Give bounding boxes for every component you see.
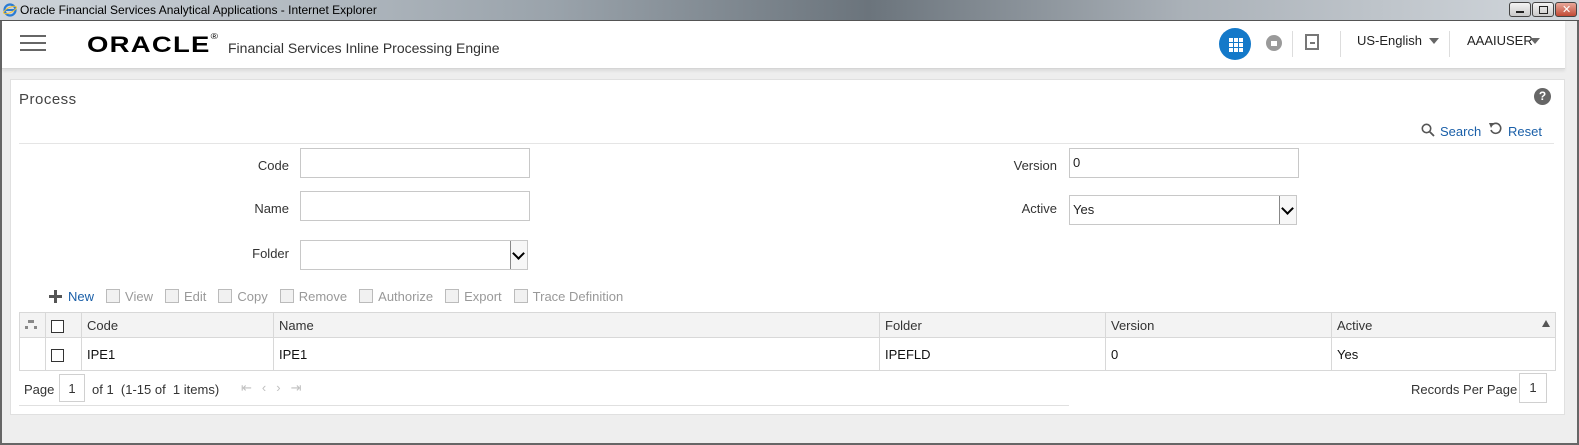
last-page-icon[interactable]: ⇥ bbox=[291, 380, 312, 395]
records-per-page-label: Records Per Page bbox=[1411, 382, 1518, 397]
copy-button[interactable]: Copy bbox=[218, 289, 268, 304]
cell-version: 0 bbox=[1105, 337, 1332, 371]
first-page-icon[interactable]: ⇤ bbox=[241, 380, 262, 395]
edit-button[interactable]: Edit bbox=[164, 289, 206, 304]
code-label: Code bbox=[257, 158, 289, 173]
book-icon[interactable] bbox=[1305, 34, 1319, 50]
version-label: Version bbox=[1013, 158, 1057, 173]
folder-label: Folder bbox=[252, 246, 289, 261]
export-button[interactable]: Export bbox=[445, 289, 502, 304]
page-title: Process bbox=[19, 91, 77, 108]
reset-link[interactable]: Reset bbox=[1508, 124, 1542, 139]
help-icon[interactable]: ? bbox=[1534, 88, 1551, 105]
remove-button[interactable]: Remove bbox=[279, 289, 347, 304]
folder-select[interactable] bbox=[300, 240, 528, 270]
reset-icon[interactable] bbox=[1489, 122, 1503, 136]
internet-explorer-icon bbox=[3, 3, 17, 17]
sort-ascending-icon[interactable] bbox=[1542, 319, 1550, 327]
user-chevron-down-icon[interactable] bbox=[1530, 38, 1540, 44]
close-button[interactable]: ✕ bbox=[1555, 2, 1577, 17]
hierarchy-column[interactable] bbox=[19, 312, 46, 338]
active-chevron-down-icon[interactable] bbox=[1279, 196, 1296, 224]
edit-pencil-icon bbox=[164, 289, 179, 303]
records-per-page-input[interactable]: 1 bbox=[1519, 373, 1547, 403]
page-summary: of 1 (1-15 of 1 items) bbox=[92, 382, 220, 397]
page-label: Page bbox=[24, 382, 55, 397]
cell-name: IPE1 bbox=[273, 337, 880, 371]
minimize-icon bbox=[1516, 11, 1524, 13]
language-selector[interactable]: US-English bbox=[1357, 33, 1422, 48]
cell-folder: IPEFLD bbox=[879, 337, 1106, 371]
cell-active: Yes bbox=[1331, 337, 1556, 371]
oracle-logo: ORACLE® bbox=[87, 32, 220, 57]
column-header-code[interactable]: Code bbox=[81, 312, 274, 338]
hierarchy-icon bbox=[25, 319, 37, 330]
pagination: Page 1 of 1 (1-15 of 1 items) ⇤‹›⇥ bbox=[19, 373, 1069, 406]
menu-hamburger-icon[interactable] bbox=[20, 35, 46, 53]
view-document-icon bbox=[106, 289, 121, 303]
trash-icon bbox=[279, 289, 294, 303]
next-page-icon[interactable]: › bbox=[276, 380, 290, 395]
name-label: Name bbox=[254, 201, 289, 216]
authorize-user-icon bbox=[359, 289, 374, 303]
copy-icon bbox=[218, 289, 233, 303]
minimize-button[interactable] bbox=[1509, 2, 1531, 17]
app-header: ORACLE® Financial Services Inline Proces… bbox=[2, 21, 1565, 69]
lock-icon[interactable] bbox=[1266, 35, 1282, 51]
cell-code: IPE1 bbox=[81, 337, 274, 371]
column-header-active[interactable]: Active bbox=[1331, 312, 1556, 338]
trace-icon bbox=[513, 289, 528, 303]
name-input[interactable] bbox=[300, 191, 530, 221]
process-panel: Process ? Search Reset Code Name Folder … bbox=[10, 79, 1565, 415]
close-icon: ✕ bbox=[1562, 3, 1572, 16]
select-all-checkbox[interactable] bbox=[51, 319, 64, 333]
user-menu[interactable]: AAAIUSER bbox=[1467, 33, 1533, 48]
applications-grid-button[interactable] bbox=[1219, 28, 1251, 60]
window-titlebar: Oracle Financial Services Analytical App… bbox=[0, 0, 1579, 21]
previous-page-icon[interactable]: ‹ bbox=[262, 380, 276, 395]
application-name: Financial Services Inline Processing Eng… bbox=[228, 40, 500, 56]
authorize-button[interactable]: Authorize bbox=[359, 289, 433, 304]
page-number-input[interactable]: 1 bbox=[59, 374, 85, 402]
active-select[interactable]: Yes bbox=[1069, 195, 1297, 225]
column-header-version[interactable]: Version bbox=[1105, 312, 1332, 338]
column-header-name[interactable]: Name bbox=[273, 312, 880, 338]
view-button[interactable]: View bbox=[106, 289, 153, 304]
restore-icon bbox=[1539, 6, 1548, 14]
export-arrow-icon bbox=[445, 289, 460, 303]
trace-definition-button[interactable]: Trace Definition bbox=[513, 289, 623, 304]
plus-icon bbox=[49, 289, 63, 303]
select-all-column bbox=[45, 312, 82, 338]
table-header-row: Code Name Folder Version Active bbox=[19, 312, 1556, 338]
process-table: Code Name Folder Version Active IPE1 IPE… bbox=[19, 312, 1556, 371]
version-input[interactable]: 0 bbox=[1069, 148, 1299, 178]
restore-button[interactable] bbox=[1532, 2, 1554, 17]
table-row[interactable]: IPE1 IPE1 IPEFLD 0 Yes bbox=[19, 337, 1556, 371]
search-link[interactable]: Search bbox=[1440, 124, 1481, 139]
folder-chevron-down-icon[interactable] bbox=[510, 241, 527, 269]
row-checkbox[interactable] bbox=[51, 348, 64, 362]
code-input[interactable] bbox=[300, 148, 530, 178]
active-label: Active bbox=[1021, 201, 1057, 216]
new-button[interactable]: New bbox=[49, 289, 94, 304]
column-header-folder[interactable]: Folder bbox=[879, 312, 1106, 338]
window-title: Oracle Financial Services Analytical App… bbox=[20, 3, 377, 17]
language-chevron-down-icon[interactable] bbox=[1429, 38, 1439, 44]
action-toolbar: New View Edit Copy Remove Authorize Expo… bbox=[49, 286, 635, 306]
search-icon[interactable] bbox=[1421, 123, 1435, 137]
